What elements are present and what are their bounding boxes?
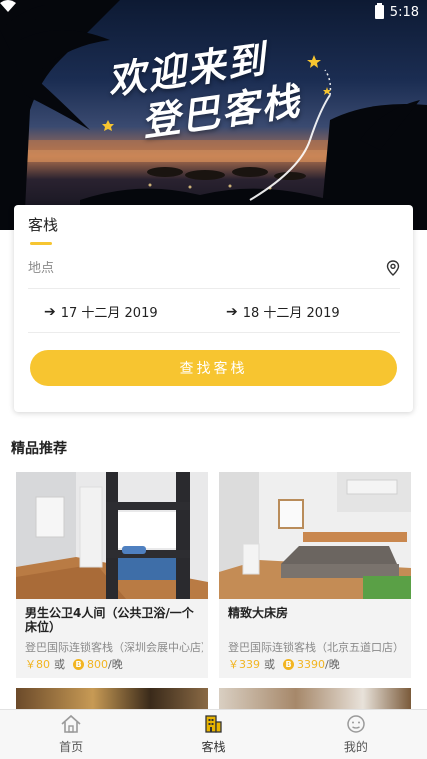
nav-hotel[interactable]: 客栈 <box>142 710 284 759</box>
listing-card-partial[interactable] <box>16 688 208 710</box>
listing-coins: 3390 <box>297 657 325 671</box>
battery-icon <box>374 3 384 19</box>
listing-photo <box>219 472 411 599</box>
nav-home-label: 首页 <box>59 740 84 754</box>
bottom-nav: 首页 客栈 我的 <box>0 709 427 759</box>
tab-indicator <box>30 242 52 245</box>
coin-icon: B <box>283 658 294 670</box>
profile-icon <box>347 715 365 733</box>
location-pin-icon[interactable] <box>386 260 400 276</box>
check-in-date[interactable]: ➔ 17 十二月 2019 <box>44 302 158 322</box>
section-title: 精品推荐 <box>11 441 67 457</box>
nav-hotel-label: 客栈 <box>201 740 226 754</box>
search-button[interactable]: 查找客栈 <box>30 350 397 386</box>
listing-name: 精致大床房 <box>228 606 289 620</box>
listing-coins: 800 <box>87 657 108 671</box>
listing-price: ￥80 <box>25 658 50 671</box>
check-out-label: 18 十二月 2019 <box>242 306 340 321</box>
listing-unit: /晚 <box>108 658 123 671</box>
listing-card-partial[interactable] <box>219 688 411 710</box>
listing-or: 或 <box>54 658 65 671</box>
tab-hostel[interactable]: 客栈 <box>28 214 58 235</box>
listing-address: 登巴国际连锁客栈（深圳会展中心店） <box>25 641 203 654</box>
listing-address: 登巴国际连锁客栈（北京五道口店） <box>228 641 404 654</box>
listing-name: 男生公卫4人间（公共卫浴/一个床位） <box>25 606 194 634</box>
listing-card[interactable]: 精致大床房 登巴国际连锁客栈（北京五道口店） ￥339 或 B 3390 /晚 <box>219 472 411 678</box>
coin-icon: B <box>73 658 84 670</box>
listing-price-row: ￥80 或 B 800 /晚 <box>25 656 123 672</box>
home-icon <box>61 714 81 733</box>
hotel-icon <box>205 715 223 733</box>
arrow-right-icon: ➔ <box>226 303 238 320</box>
date-row: ➔ 17 十二月 2019 ➔ 18 十二月 2019 <box>28 291 400 333</box>
star-icon <box>102 120 114 131</box>
listing-price: ￥339 <box>228 658 260 671</box>
hero-banner: 欢迎来到 登巴客栈 5:18 <box>0 0 427 230</box>
search-panel: 客栈 ➔ 17 十二月 2019 ➔ 18 十二月 2019 查找客栈 <box>14 205 413 412</box>
listing-price-row: ￥339 或 B 3390 /晚 <box>228 656 340 672</box>
wifi-icon <box>0 0 16 12</box>
listing-unit: /晚 <box>325 658 340 671</box>
status-time: 5:18 <box>389 4 419 20</box>
nav-profile-label: 我的 <box>343 740 368 754</box>
status-bar: 5:18 <box>0 0 427 24</box>
listing-card[interactable]: 男生公卫4人间（公共卫浴/一个床位） 登巴国际连锁客栈（深圳会展中心店） ￥80… <box>16 472 208 678</box>
nav-home[interactable]: 首页 <box>0 710 142 759</box>
check-out-date[interactable]: ➔ 18 十二月 2019 <box>226 302 340 322</box>
location-input[interactable] <box>28 261 358 276</box>
nav-profile[interactable]: 我的 <box>285 710 427 759</box>
location-row <box>28 255 400 289</box>
check-in-label: 17 十二月 2019 <box>60 306 158 321</box>
listing-photo <box>16 472 208 599</box>
listing-or: 或 <box>264 658 275 671</box>
arrow-right-icon: ➔ <box>44 303 56 320</box>
